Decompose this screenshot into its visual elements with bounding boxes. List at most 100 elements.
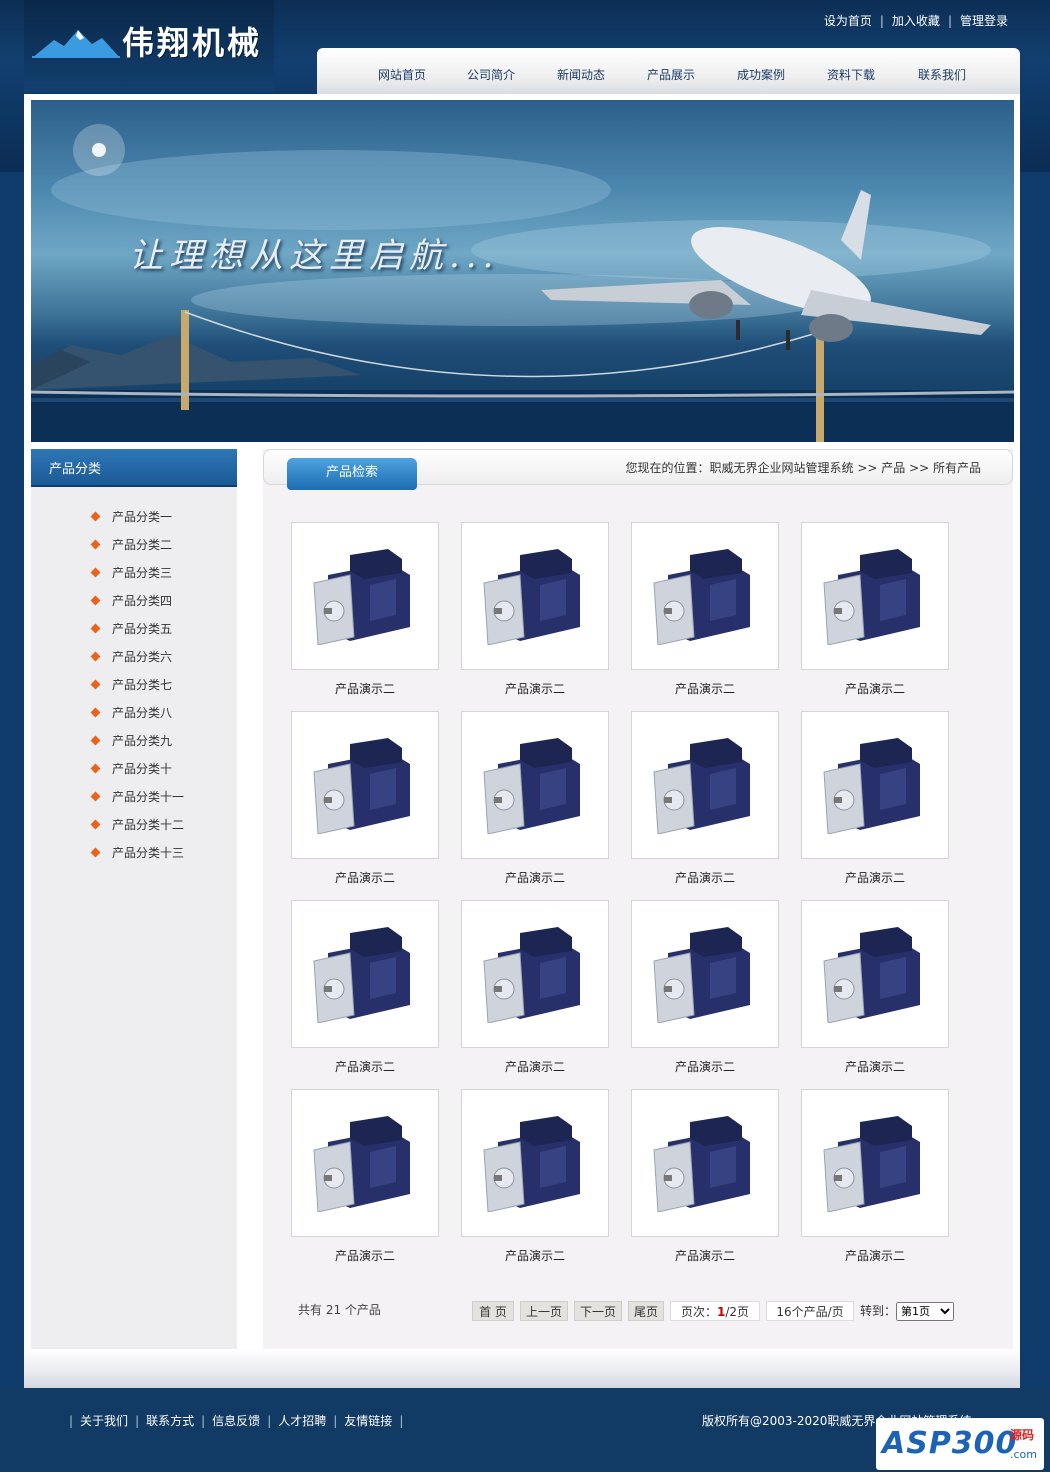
- category-item[interactable]: 产品分类十三: [90, 844, 184, 872]
- diamond-bullet-icon: [90, 707, 101, 718]
- category-item[interactable]: 产品分类五: [90, 620, 184, 648]
- product-card[interactable]: 产品演示二: [631, 900, 779, 1075]
- product-name[interactable]: 产品演示二: [801, 869, 949, 886]
- tab-product-search[interactable]: 产品检索: [287, 458, 417, 490]
- motor-product-image: [313, 1116, 410, 1212]
- product-card[interactable]: 产品演示二: [801, 522, 949, 697]
- product-card[interactable]: 产品演示二: [291, 900, 439, 1075]
- product-card[interactable]: 产品演示二: [801, 711, 949, 886]
- product-thumbnail[interactable]: [801, 711, 949, 859]
- category-label: 产品分类一: [112, 510, 173, 524]
- product-card[interactable]: 产品演示二: [801, 1089, 949, 1264]
- admin-login-link[interactable]: 管理登录: [960, 14, 1008, 28]
- footer-about-link[interactable]: 关于我们: [80, 1414, 128, 1428]
- product-thumbnail[interactable]: [291, 711, 439, 859]
- product-thumbnail[interactable]: [291, 1089, 439, 1237]
- category-item[interactable]: 产品分类八: [90, 704, 184, 732]
- product-card[interactable]: 产品演示二: [801, 900, 949, 1075]
- category-item[interactable]: 产品分类九: [90, 732, 184, 760]
- product-name[interactable]: 产品演示二: [631, 1058, 779, 1075]
- motor-product-image: [313, 738, 410, 834]
- watermark-logo: ASP300 源码 .com: [876, 1418, 1044, 1470]
- product-thumbnail[interactable]: [461, 522, 609, 670]
- category-item[interactable]: 产品分类四: [90, 592, 184, 620]
- product-name[interactable]: 产品演示二: [801, 1247, 949, 1264]
- product-thumbnail[interactable]: [461, 1089, 609, 1237]
- banner-slogan: 让理想从这里启航...: [129, 236, 500, 276]
- product-name[interactable]: 产品演示二: [461, 1058, 609, 1075]
- product-name[interactable]: 产品演示二: [291, 680, 439, 697]
- product-thumbnail[interactable]: [631, 900, 779, 1048]
- product-thumbnail[interactable]: [801, 900, 949, 1048]
- product-thumbnail[interactable]: [631, 711, 779, 859]
- nav-contact[interactable]: 联系我们: [918, 66, 966, 83]
- last-page-button[interactable]: 尾页: [628, 1301, 664, 1321]
- product-name[interactable]: 产品演示二: [631, 1247, 779, 1264]
- product-name[interactable]: 产品演示二: [461, 1247, 609, 1264]
- category-list: 产品分类一 产品分类二 产品分类三 产品分类四 产品分类五 产品分类六 产品分类…: [90, 508, 184, 872]
- nav-products[interactable]: 产品展示: [647, 66, 695, 83]
- category-item[interactable]: 产品分类十一: [90, 788, 184, 816]
- category-item[interactable]: 产品分类六: [90, 648, 184, 676]
- motor-product-image: [823, 1116, 920, 1212]
- product-name[interactable]: 产品演示二: [461, 869, 609, 886]
- category-item[interactable]: 产品分类一: [90, 508, 184, 536]
- category-label: 产品分类五: [112, 622, 173, 636]
- nav-downloads[interactable]: 资料下载: [827, 66, 875, 83]
- diamond-bullet-icon: [90, 623, 101, 634]
- product-thumbnail[interactable]: [291, 522, 439, 670]
- product-thumbnail[interactable]: [461, 900, 609, 1048]
- page-jump: 转到： 第1页: [860, 1302, 955, 1321]
- product-card[interactable]: 产品演示二: [461, 1089, 609, 1264]
- product-card[interactable]: 产品演示二: [631, 1089, 779, 1264]
- category-item[interactable]: 产品分类三: [90, 564, 184, 592]
- add-favorite-link[interactable]: 加入收藏: [892, 14, 940, 28]
- product-name[interactable]: 产品演示二: [461, 680, 609, 697]
- product-name[interactable]: 产品演示二: [801, 680, 949, 697]
- product-card[interactable]: 产品演示二: [631, 522, 779, 697]
- product-name[interactable]: 产品演示二: [291, 869, 439, 886]
- logo[interactable]: 伟翔机械: [24, 0, 274, 92]
- prev-page-button[interactable]: 上一页: [520, 1301, 568, 1321]
- product-thumbnail[interactable]: [291, 900, 439, 1048]
- product-name[interactable]: 产品演示二: [291, 1058, 439, 1075]
- diamond-bullet-icon: [90, 679, 101, 690]
- footer-friends-link[interactable]: 友情链接: [344, 1414, 392, 1428]
- category-item[interactable]: 产品分类七: [90, 676, 184, 704]
- set-homepage-link[interactable]: 设为首页: [824, 14, 872, 28]
- page-prefix: 页次：: [680, 1305, 717, 1319]
- product-name[interactable]: 产品演示二: [631, 680, 779, 697]
- nav-about[interactable]: 公司简介: [467, 66, 515, 83]
- product-card[interactable]: 产品演示二: [291, 522, 439, 697]
- nav-news[interactable]: 新闻动态: [557, 66, 605, 83]
- product-card[interactable]: 产品演示二: [461, 711, 609, 886]
- footer-jobs-link[interactable]: 人才招聘: [278, 1414, 326, 1428]
- product-card[interactable]: 产品演示二: [461, 900, 609, 1075]
- category-item[interactable]: 产品分类十二: [90, 816, 184, 844]
- nav-home[interactable]: 网站首页: [378, 66, 426, 83]
- nav-cases[interactable]: 成功案例: [737, 66, 785, 83]
- diamond-bullet-icon: [90, 791, 101, 802]
- product-name[interactable]: 产品演示二: [291, 1247, 439, 1264]
- category-item[interactable]: 产品分类十: [90, 760, 184, 788]
- product-card[interactable]: 产品演示二: [631, 711, 779, 886]
- product-name[interactable]: 产品演示二: [801, 1058, 949, 1075]
- product-thumbnail[interactable]: [461, 711, 609, 859]
- product-thumbnail[interactable]: [801, 522, 949, 670]
- category-label: 产品分类九: [112, 734, 173, 748]
- footer-contact-link[interactable]: 联系方式: [146, 1414, 194, 1428]
- product-thumbnail[interactable]: [801, 1089, 949, 1237]
- motor-product-image: [653, 549, 750, 645]
- footer-feedback-link[interactable]: 信息反馈: [212, 1414, 260, 1428]
- category-item[interactable]: 产品分类二: [90, 536, 184, 564]
- next-page-button[interactable]: 下一页: [574, 1301, 622, 1321]
- product-thumbnail[interactable]: [631, 1089, 779, 1237]
- product-card[interactable]: 产品演示二: [291, 1089, 439, 1264]
- product-name[interactable]: 产品演示二: [631, 869, 779, 886]
- first-page-button[interactable]: 首 页: [472, 1301, 514, 1321]
- page-select[interactable]: 第1页: [896, 1302, 955, 1321]
- product-card[interactable]: 产品演示二: [461, 522, 609, 697]
- breadcrumb: 您现在的位置：职威无界企业网站管理系统 >> 产品 >> 所有产品: [625, 461, 981, 475]
- product-card[interactable]: 产品演示二: [291, 711, 439, 886]
- product-thumbnail[interactable]: [631, 522, 779, 670]
